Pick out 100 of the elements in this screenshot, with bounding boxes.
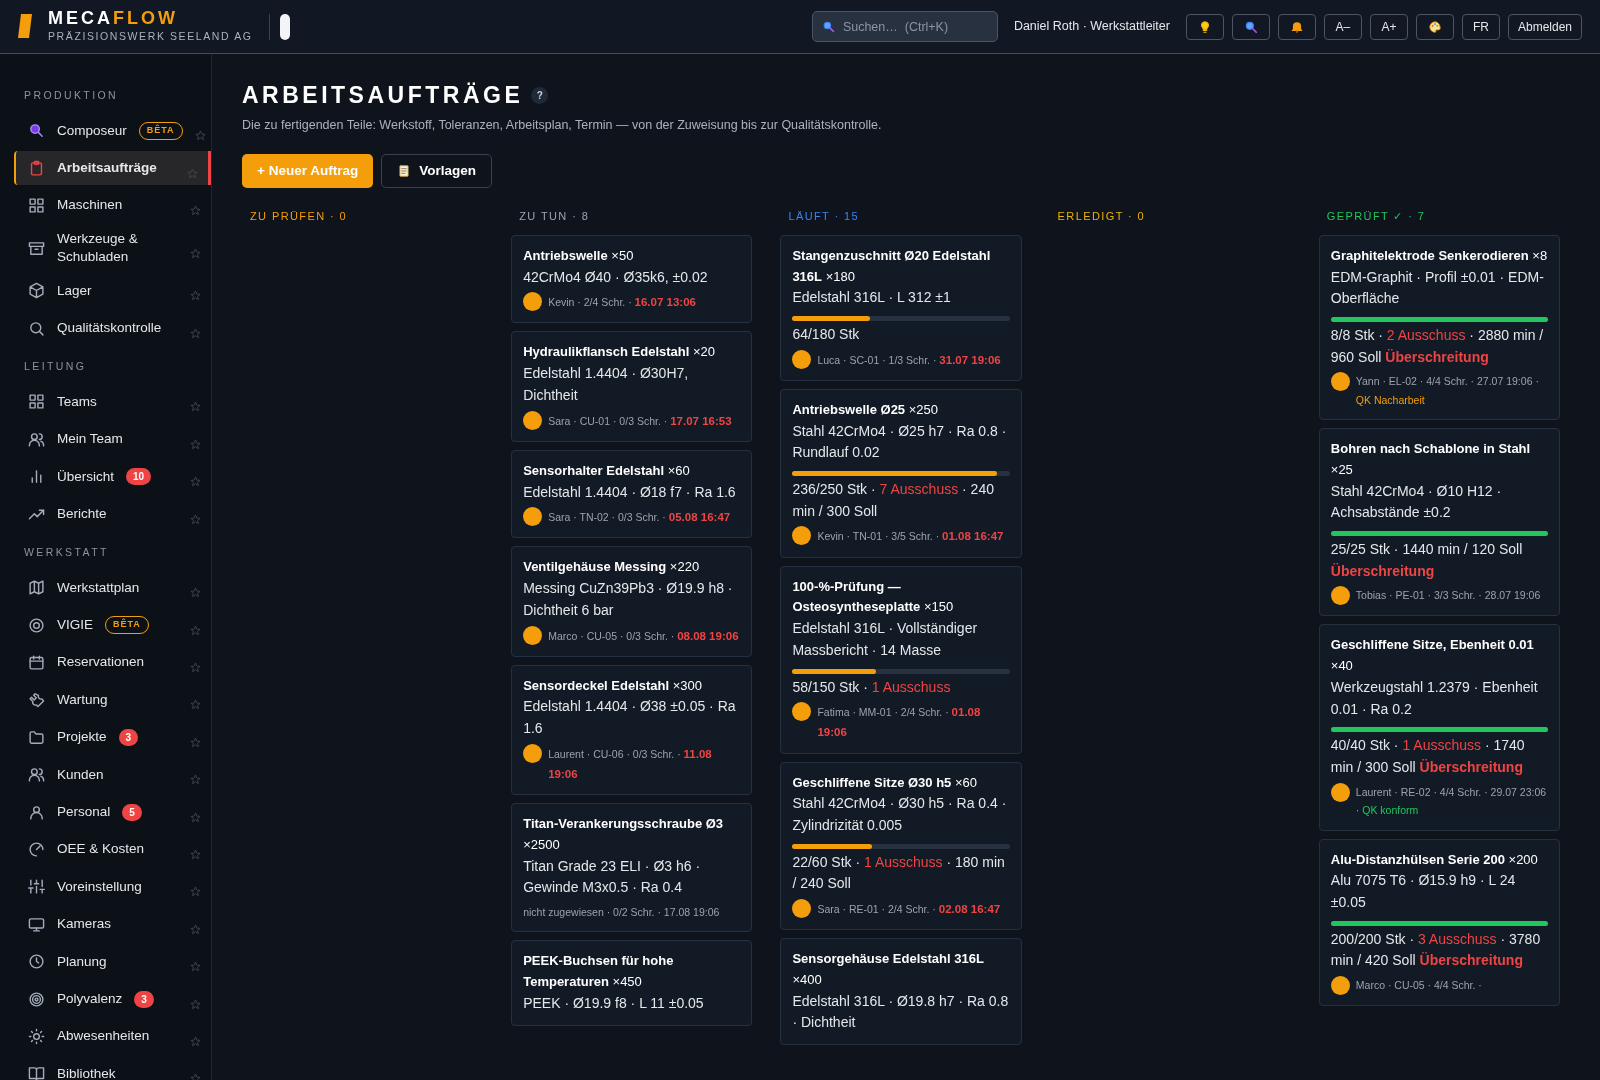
star-icon[interactable] — [190, 774, 201, 786]
order-stats: 64/180 Stk — [792, 325, 861, 345]
map-icon — [28, 579, 45, 597]
sidebar-item[interactable]: Wartung — [14, 683, 211, 717]
sidebar-item[interactable]: Teams — [14, 384, 211, 419]
order-card[interactable]: Sensorgehäuse Edelstahl 316L ×400 Edelstahl 316L · Ø19.8 h7 · Ra 0.8 · Dichtheit — [780, 938, 1022, 1046]
sidebar-item[interactable]: Mein Team — [14, 422, 211, 457]
larger-text-button[interactable]: A+ — [1369, 13, 1408, 40]
search-field[interactable]: Suchen… (Ctrl+K) — [811, 11, 998, 42]
order-card[interactable]: Antriebswelle ×50 42CrMo4 Ø40 · Ø35k6, ±0.02 Kevin · 2/4 Schr. · 16.07 13:06 — [511, 234, 753, 324]
order-title: Antriebswelle ×50 — [523, 246, 635, 265]
star-icon[interactable] — [190, 247, 201, 259]
star-icon[interactable] — [190, 662, 201, 674]
order-title: PEEK-Buchsen für hohe Temperaturen ×450 — [523, 952, 675, 992]
theme-button[interactable] — [1415, 13, 1454, 40]
order-title: Titan-Verankerungsschraube Ø3 ×2500 — [523, 815, 725, 854]
help-button[interactable]: ? — [531, 87, 549, 105]
order-card[interactable]: PEEK-Buchsen für hohe Temperaturen ×450 PEEK · Ø19.9 f8 · L 11 ±0.05 — [511, 940, 753, 1026]
sidebar-item[interactable]: VIGIE BÊTA — [14, 608, 211, 643]
order-card[interactable]: Titan-Verankerungsschraube Ø3 ×2500 Titan Grade 23 ELI · Ø3 h6 · Gewinde M3x0.5 · Ra 0.4 nicht zugewiesen · 0/2 Schr. · 17.08 19:06 — [511, 803, 753, 933]
order-stats: 236/250 Stk · 7 Ausschuss · 240 min / 300 Soll — [792, 480, 995, 521]
order-title: 100-%-Prüfung — Osteosyntheseplatte ×150 — [792, 577, 955, 617]
calendar-icon — [28, 654, 45, 672]
sidebar-item[interactable]: Planung — [14, 944, 211, 979]
sidebar-item[interactable]: Kameras — [14, 907, 211, 942]
smaller-text-button[interactable]: A– — [1323, 13, 1362, 40]
section-heading: LEITUNG — [23, 359, 88, 375]
order-card[interactable]: 100-%-Prüfung — Osteosyntheseplatte ×150 Edelstahl 316L · Vollständiger Massbericht · 14 Masse 58/150 Stk · 1 Ausschuss Fatima · MM-01 · 2/4 Schr. · 01.08 19:06 — [780, 565, 1022, 754]
star-icon[interactable] — [190, 624, 201, 636]
star-icon[interactable] — [190, 401, 201, 413]
column-heading: LÄUFT · 15 — [788, 209, 861, 225]
order-card[interactable]: Antriebswelle Ø25 ×250 Stahl 42CrMo4 · Ø25 h7 · Ra 0.8 · Rundlauf 0.02 236/250 Stk · 7 Ausschuss · 240 min / 300 Soll Kevin · TN-01 · 3/5 Schr. · 01.08 16:47 — [780, 388, 1022, 558]
sidebar-item[interactable]: Lager — [14, 273, 211, 308]
star-icon[interactable] — [190, 438, 201, 450]
sidebar-item[interactable]: Projekte 3 — [14, 720, 211, 755]
count-badge: 3 — [118, 728, 139, 746]
sidebar-item[interactable]: OEE & Kosten — [14, 832, 211, 867]
order-card[interactable]: Bohren nach Schablone in Stahl ×25 Stahl 42CrMo4 · Ø10 H12 · Achsabstände ±0.2 25/25 Stk · 1440 min / 120 Soll Überschreitung Tobias · PE-01 · 3/3 Schr. · 28.07 19:06 — [1318, 428, 1560, 617]
sidebar-item[interactable]: Abwesenheiten — [14, 1019, 211, 1054]
star-icon[interactable] — [190, 998, 201, 1010]
star-icon[interactable] — [190, 1035, 201, 1047]
sidebar-item[interactable]: Maschinen — [14, 188, 211, 223]
sidebar-item[interactable]: Voreinstellung — [14, 869, 211, 904]
sidebar-item[interactable]: Berichte — [14, 497, 211, 532]
star-icon[interactable] — [190, 476, 201, 488]
language-button[interactable]: FR — [1461, 13, 1500, 40]
order-card[interactable]: Alu-Distanzhülsen Serie 200 ×200 Alu 7075 T6 · Ø15.9 h9 · L 24 ±0.05 200/200 Stk · 3 Ausschuss · 3780 min / 420 Soll Überschreitung Marco · CU-05 · 4/4 Schr. · — [1318, 838, 1560, 1007]
sidebar-item[interactable]: Arbeitsaufträge — [14, 151, 211, 186]
order-card[interactable]: Stangenzuschnitt Ø20 Edelstahl 316L ×180 Edelstahl 316L · L 312 ±1 64/180 Stk Luca · SC-01 · 1/3 Schr. · 31.07 19:06 — [780, 234, 1022, 381]
star-icon[interactable] — [190, 699, 201, 711]
sidebar-item[interactable]: Personal 5 — [14, 795, 211, 830]
order-card[interactable]: Graphitelektrode Senkerodieren ×8 EDM-Graphit · Profil ±0.01 · EDM-Oberfläche 8/8 Stk · 2 Ausschuss · 2880 min / 960 Soll Überschreitung Yann · EL-02 · 4/4 Schr. · 27.07 19:06 · QK Nacharbeit — [1318, 234, 1560, 421]
star-icon[interactable] — [190, 513, 201, 525]
cube-icon — [28, 282, 45, 300]
order-meta: Sara · RE-01 · 2/4 Schr. · 02.08 16:47 — [817, 902, 1001, 918]
order-card[interactable]: Hydraulikflansch Edelstahl ×20 Edelstahl 1.4404 · Ø30H7, Dichtheit Sara · CU-01 · 0/3 Schr. · 17.07 16:53 — [511, 331, 753, 442]
gauge-icon — [28, 841, 45, 859]
search-button[interactable] — [1231, 13, 1270, 40]
sidebar-item[interactable]: Reservationen — [14, 645, 211, 680]
star-icon[interactable] — [190, 204, 201, 216]
sidebar-item[interactable]: Werkzeuge & Schubladen — [14, 225, 211, 271]
logout-button[interactable]: Abmelden — [1507, 13, 1582, 40]
sidebar-item[interactable]: Kunden — [14, 757, 211, 792]
sliders-icon — [28, 878, 45, 896]
star-icon[interactable] — [190, 587, 201, 599]
toggle-handle-icon[interactable] — [279, 13, 290, 40]
order-title: Antriebswelle Ø25 ×250 — [792, 400, 939, 419]
count-badge: 3 — [134, 990, 154, 1008]
notifications-button[interactable] — [1277, 13, 1316, 40]
order-card[interactable]: Ventilgehäuse Messing ×220 Messing CuZn39Pb3 · Ø19.9 h8 · Dichtheit 6 bar Marco · CU-05 · 0/3 Schr. · 08.08 19:06 — [511, 546, 753, 657]
star-icon[interactable] — [190, 736, 201, 748]
order-meta: Yann · EL-02 · 4/4 Schr. · 27.07 19:06 · QK Nacharbeit — [1355, 374, 1540, 408]
order-meta: Luca · SC-01 · 1/3 Schr. · 31.07 19:06 — [817, 352, 1001, 368]
star-icon[interactable] — [190, 811, 201, 823]
star-icon[interactable] — [190, 886, 201, 898]
idea-button[interactable] — [1185, 13, 1224, 40]
order-spec: Edelstahl 316L · Vollständiger Massbericht · 14 Masse — [792, 619, 979, 660]
star-icon[interactable] — [194, 130, 206, 142]
star-icon[interactable] — [190, 961, 201, 973]
star-icon[interactable] — [187, 167, 198, 179]
folder-icon — [28, 728, 45, 746]
sidebar-item[interactable]: Übersicht 10 — [14, 459, 211, 494]
templates-button[interactable]: Vorlagen — [381, 154, 492, 189]
column-heading: ZU PRÜFEN · 0 — [250, 209, 349, 225]
order-meta: Kevin · 2/4 Schr. · 16.07 13:06 — [548, 295, 696, 311]
sidebar-item[interactable]: Bibliothek — [14, 1056, 211, 1080]
sidebar-item[interactable]: Qualitätskontrolle — [14, 311, 211, 346]
sidebar-item[interactable]: Composeur BÊTA — [14, 113, 211, 148]
star-icon[interactable] — [190, 290, 201, 302]
target-icon — [28, 990, 45, 1008]
sidebar-item[interactable]: Polyvalenz 3 — [14, 982, 211, 1017]
star-icon[interactable] — [190, 327, 201, 339]
order-card[interactable]: Geschliffene Sitze Ø30 h5 ×60 Stahl 42CrMo4 · Ø30 h5 · Ra 0.4 · Zylindrizität 0.005 22/60 Stk · 1 Ausschuss · 180 min / 240 Soll Sara · RE-01 · 2/4 Schr. · 02.08 16:47 — [780, 761, 1022, 931]
order-card[interactable]: Geschliffene Sitze, Ebenheit 0.01 ×40 Werkzeugstahl 1.2379 · Ebenheit 0.01 · Ra 0.2 40/40 Stk · 1 Ausschuss · 1740 min / 300 Soll Überschreitung Laurent · RE-02 · 4/4 Schr. · 29.07 23:06 · QK konform — [1318, 624, 1560, 831]
star-icon[interactable] — [190, 923, 201, 935]
order-spec: Stahl 42CrMo4 · Ø25 h7 · Ra 0.8 · Rundlauf 0.02 — [792, 421, 1008, 463]
order-card[interactable]: Sensordeckel Edelstahl ×300 Edelstahl 1.4404 · Ø38 ±0.05 · Ra 1.6 Laurent · CU-06 · 0/3 Schr. · 11.08 19:06 — [511, 664, 753, 796]
star-icon[interactable] — [190, 849, 201, 860]
order-card[interactable]: Sensorhalter Edelstahl ×60 Edelstahl 1.4404 · Ø18 f7 · Ra 1.6 Sara · TN-02 · 0/3 Schr. · 05.08 16:47 — [511, 449, 753, 539]
sidebar-item[interactable]: Werkstattplan — [14, 570, 211, 605]
